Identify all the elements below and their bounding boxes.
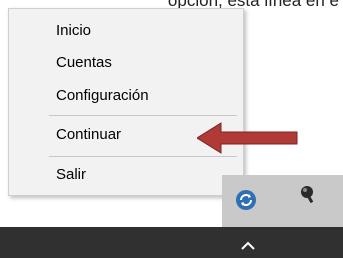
- taskbar: [0, 227, 343, 258]
- left-arrow-icon: [196, 121, 299, 155]
- menu-item-salir[interactable]: Salir: [56, 166, 86, 183]
- sync-icon[interactable]: [232, 186, 260, 214]
- network-icon[interactable]: [294, 180, 322, 208]
- menu-separator: [49, 115, 237, 116]
- menu-separator: [49, 156, 237, 157]
- menu-item-cuentas[interactable]: Cuentas: [56, 54, 112, 71]
- menu-item-continuar[interactable]: Continuar: [56, 126, 121, 143]
- menu-item-configuracion[interactable]: Configuración: [56, 87, 149, 104]
- menu-item-inicio[interactable]: Inicio: [56, 22, 91, 39]
- chevron-up-icon[interactable]: [238, 238, 258, 250]
- context-menu: Inicio Cuentas Configuración Continuar S…: [8, 8, 244, 196]
